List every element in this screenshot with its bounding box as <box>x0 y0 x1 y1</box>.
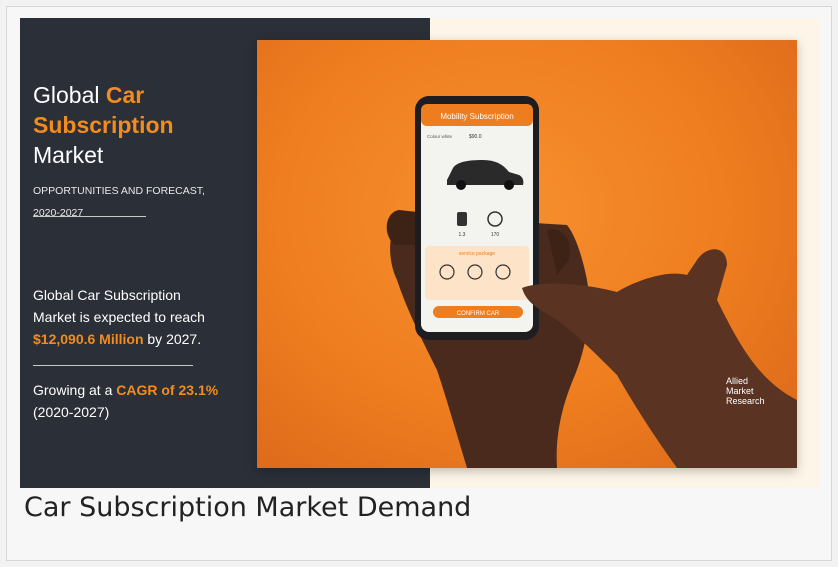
subtitle-line2: 2020-2027 <box>33 207 84 219</box>
stat-value: $12,090.6 Million <box>33 331 144 347</box>
amr-logo: Allied Market Research <box>726 376 765 406</box>
divider-rule <box>33 365 193 366</box>
spec-1: 1.3 <box>459 232 466 238</box>
price-label: Colour white <box>427 134 453 139</box>
banner-subtitle: OPPORTUNITIES AND FORECAST, 2020-2027 <box>33 180 205 224</box>
price-value: $90.0 <box>469 134 482 140</box>
logo-line1: Allied <box>726 376 749 386</box>
market-banner-image: Global Car Subscription Market OPPORTUNI… <box>20 18 820 488</box>
stat-suffix: by 2027. <box>143 331 202 347</box>
divider-rule <box>33 216 146 217</box>
photo-illustration: Mobility Subscription Colour white $90.0… <box>386 96 797 468</box>
stat-line2: Market is expected to reach <box>33 309 205 325</box>
logo-line2: Market <box>726 386 754 396</box>
hand-phone-photo: Mobility Subscription Colour white $90.0… <box>257 40 797 468</box>
confirm-car-label: CONFIRM CAR <box>457 311 500 317</box>
subtitle-line1: OPPORTUNITIES AND FORECAST, <box>33 185 205 197</box>
app-title: Mobility Subscription <box>440 112 513 121</box>
stat-line1: Global Car Subscription <box>33 287 181 303</box>
cagr-period: (2020-2027) <box>33 404 110 420</box>
title-plain: Global <box>33 82 106 108</box>
service-package-label: service package <box>459 251 495 257</box>
logo-line3: Research <box>726 396 765 406</box>
car-wheel-icon <box>456 180 466 190</box>
cagr-stat: Growing at a CAGR of 23.1% (2020-2027) <box>33 379 218 423</box>
banner-title: Global Car Subscription Market <box>33 80 174 170</box>
car-wheel-icon <box>504 180 514 190</box>
title-market: Market <box>33 142 104 168</box>
seat-icon <box>457 212 467 226</box>
image-caption: Car Subscription Market Demand <box>24 492 472 523</box>
market-stat: Global Car Subscription Market is expect… <box>33 284 205 350</box>
cagr-value: CAGR of 23.1% <box>116 382 219 398</box>
spec-2: 170 <box>491 232 500 238</box>
title-highlight-car: Car <box>105 82 145 108</box>
cagr-prefix: Growing at a <box>33 382 117 398</box>
title-highlight-subscription: Subscription <box>33 112 174 138</box>
